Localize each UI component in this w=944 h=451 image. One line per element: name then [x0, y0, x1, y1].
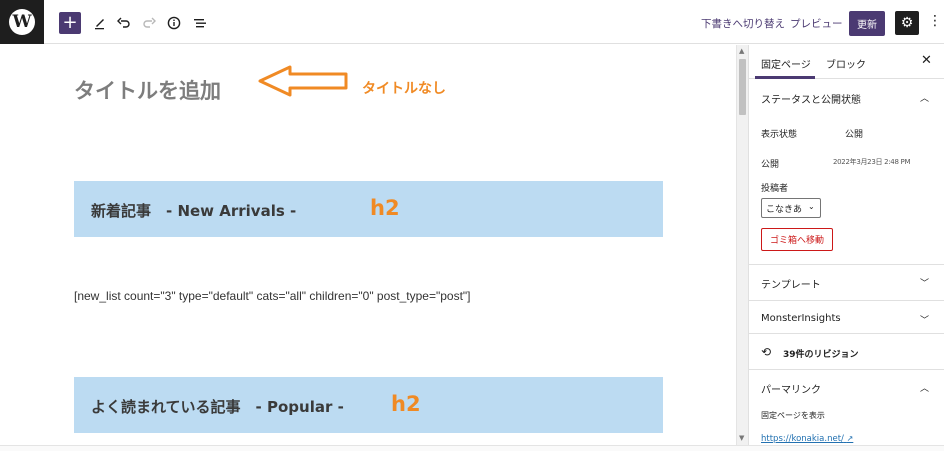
divider [749, 369, 944, 370]
chevron-down-icon: ⌄ [808, 202, 815, 211]
add-block-button[interactable]: + [59, 12, 81, 34]
chevron-down-icon: ﹀ [920, 316, 930, 326]
publish-date-value[interactable]: 2022年3月23日 2:48 PM [833, 157, 911, 167]
list-view-icon[interactable] [189, 12, 211, 34]
more-icon[interactable]: ⋮ [928, 13, 942, 29]
permalink-url-link[interactable]: https://konakia.net/ ↗ [761, 434, 853, 444]
heading-tag-annotation: h2 [391, 392, 421, 416]
pencil-icon[interactable] [89, 12, 111, 34]
divider [749, 264, 944, 265]
publish-label: 公開 [761, 160, 780, 170]
update-button[interactable]: 更新 [849, 11, 885, 36]
title-annotation: タイトルなし [362, 81, 446, 97]
heading-block[interactable]: 新着記事 - New Arrivals - h2 [74, 181, 663, 237]
tab-block[interactable]: ブロック [826, 56, 866, 71]
scroll-down-icon[interactable]: ▼ [739, 434, 744, 442]
author-value: こなきあ [766, 205, 803, 215]
scroll-up-icon[interactable]: ▲ [739, 47, 744, 55]
wordpress-logo-button[interactable]: W [0, 0, 44, 44]
editor-toolbar: W + 下書きへ切り替え プレビュー 更新 ⚙ ⋮ [0, 0, 944, 44]
author-select[interactable]: こなきあ ⌄ [761, 198, 821, 218]
heading-text[interactable]: よく読まれている記事 - Popular - [91, 396, 344, 417]
panel-title: ステータスと公開状態 [761, 95, 861, 106]
revisions-link[interactable]: 39件のリビジョン [783, 347, 859, 360]
sidebar-tabs: 固定ページ ブロック ✕ [749, 45, 944, 79]
bottom-bar [0, 445, 944, 451]
move-to-trash-button[interactable]: ゴミ箱へ移動 [761, 228, 833, 251]
settings-sidebar: 固定ページ ブロック ✕ ステータスと公開状態 ︿ 表示状態 公開 公開 202… [748, 45, 944, 445]
panel-title: パーマリンク [761, 385, 821, 396]
heading-tag-annotation: h2 [370, 196, 400, 220]
wordpress-logo-icon: W [9, 9, 35, 35]
chevron-up-icon: ︿ [920, 94, 930, 104]
visibility-value[interactable]: 公開 [845, 127, 863, 140]
permalink-url[interactable]: https://konakia.net/ [761, 434, 844, 444]
panel-title: MonsterInsights [761, 313, 841, 324]
info-icon[interactable] [163, 12, 185, 34]
editor-scrollbar[interactable]: ▲ ▼ [736, 45, 748, 445]
arrow-annotation [258, 65, 348, 97]
divider [749, 333, 944, 334]
scrollbar-thumb[interactable] [739, 59, 746, 115]
gear-icon[interactable]: ⚙ [895, 11, 919, 35]
external-link-icon: ↗ [846, 434, 854, 443]
shortcode-block[interactable]: [new_list count="3" type="default" cats=… [74, 289, 471, 303]
author-label: 投稿者 [761, 184, 789, 194]
chevron-up-icon: ︿ [920, 384, 930, 394]
visibility-label: 表示状態 [761, 130, 798, 140]
tab-page[interactable]: 固定ページ [761, 56, 811, 71]
history-icon: ⟲ [761, 345, 772, 359]
redo-icon[interactable] [138, 12, 160, 34]
undo-icon[interactable] [113, 12, 135, 34]
switch-to-draft-button[interactable]: 下書きへ切り替え [701, 16, 785, 31]
panel-title: テンプレート [761, 280, 821, 291]
preview-button[interactable]: プレビュー [790, 16, 843, 31]
post-title-input[interactable]: タイトルを追加 [74, 75, 221, 105]
heading-block[interactable]: よく読まれている記事 - Popular - h2 [74, 377, 663, 433]
chevron-down-icon: ﹀ [920, 279, 930, 289]
editor-canvas: タイトルを追加 タイトルなし 新着記事 - New Arrivals - h2 … [0, 45, 736, 445]
close-icon[interactable]: ✕ [921, 53, 932, 68]
divider [749, 300, 944, 301]
view-page-label: 固定ページを表示 [761, 411, 825, 420]
active-tab-indicator [755, 76, 815, 79]
heading-text[interactable]: 新着記事 - New Arrivals - [91, 200, 296, 221]
